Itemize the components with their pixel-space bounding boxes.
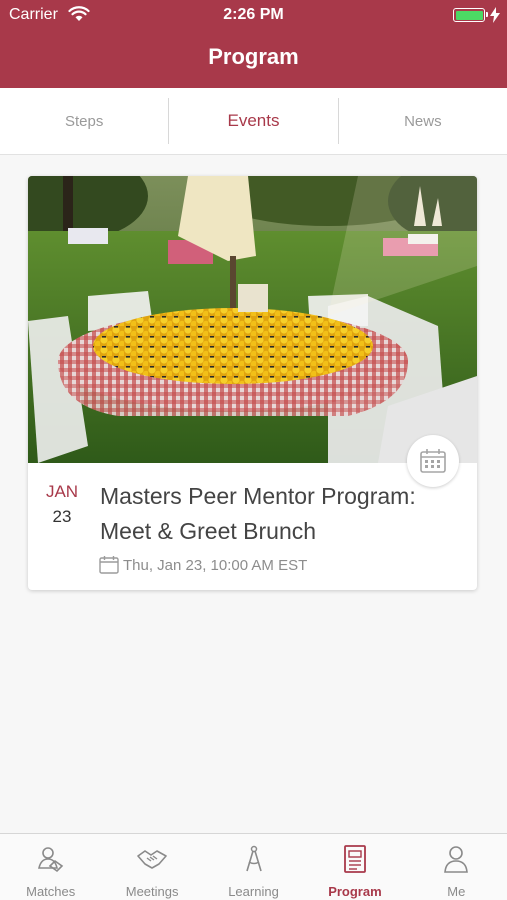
compass-icon [245, 845, 262, 872]
event-card[interactable]: JAN 23 Masters Peer Mentor Program: Meet… [28, 176, 477, 590]
bottom-tab-bar: Matches Meetings Learning Program Me [0, 833, 507, 900]
handshake-icon [137, 850, 167, 869]
tabbar-item-program[interactable]: Program [304, 834, 405, 900]
tabbar-label: Program [328, 884, 382, 899]
nav-header: Carrier 2:26 PM Program [0, 0, 507, 88]
tab-news[interactable]: News [339, 88, 507, 154]
tab-events[interactable]: Events [169, 88, 337, 154]
tabbar-item-me[interactable]: Me [406, 834, 507, 900]
calendar-add-icon [420, 449, 446, 473]
tabbar-item-meetings[interactable]: Meetings [101, 834, 202, 900]
tab-steps[interactable]: Steps [0, 88, 168, 154]
page-title: Program [208, 44, 299, 69]
event-title[interactable]: Masters Peer Mentor Program: Meet & Gree… [100, 479, 460, 549]
tabbar-label: Me [447, 884, 466, 899]
tabbar-item-matches[interactable]: Matches [0, 834, 101, 900]
event-date-month: JAN [45, 482, 79, 501]
segment-tabs: Steps Events News [0, 88, 507, 155]
tabbar-label: Learning [228, 884, 279, 899]
event-datetime: Thu, Jan 23, 10:00 AM EST [123, 556, 308, 574]
calendar-icon [99, 556, 119, 574]
matches-icon [37, 847, 63, 873]
tabbar-label: Meetings [125, 884, 179, 899]
clock-time: 2:26 PM [223, 6, 284, 23]
tabbar-label: Matches [26, 884, 76, 899]
event-date-day: 23 [52, 507, 72, 526]
battery-icon [453, 8, 488, 22]
charging-icon [490, 7, 500, 23]
event-photo [28, 176, 477, 463]
event-datetime-row: Thu, Jan 23, 10:00 AM EST [99, 556, 307, 574]
document-icon [344, 845, 366, 873]
person-icon [444, 846, 469, 873]
status-bar: Carrier 2:26 PM [0, 0, 507, 30]
tabbar-item-learning[interactable]: Learning [203, 834, 304, 900]
